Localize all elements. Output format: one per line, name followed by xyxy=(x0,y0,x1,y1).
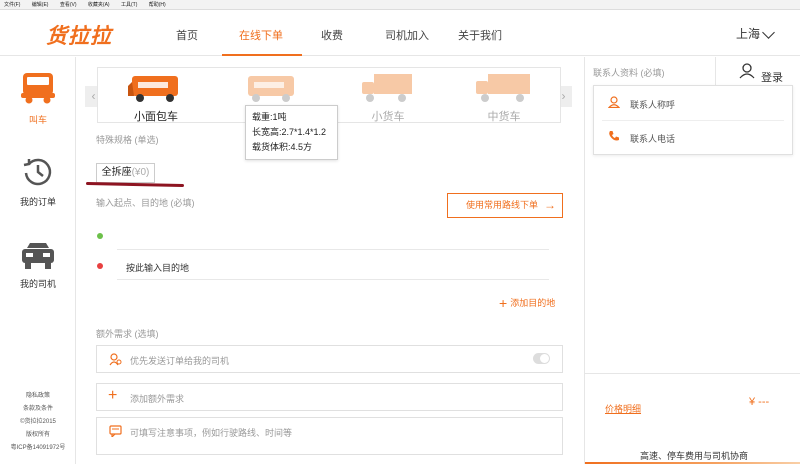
add-destination-button[interactable]: + 添加目的地 xyxy=(499,295,555,311)
special-specs-label: 特殊规格 (单选) xyxy=(96,135,159,145)
copyright-text: ©货拉拉2015 xyxy=(20,419,56,425)
vehicle-option-medium-truck[interactable]: 中货车 xyxy=(446,68,546,124)
origin-input[interactable] xyxy=(117,225,549,247)
contact-name-field[interactable]: 联系人称呼 xyxy=(594,86,792,120)
use-common-route-button[interactable]: 使用常用路线下单 → xyxy=(447,193,563,218)
prefer-my-driver-toggle[interactable] xyxy=(533,353,550,364)
menu-view[interactable]: 查看(V) xyxy=(60,0,77,10)
add-extra-row[interactable]: + 添加额外需求 xyxy=(96,383,563,411)
truck-icon xyxy=(21,73,55,104)
contact-phone-placeholder: 联系人电话 xyxy=(630,134,676,144)
origin-dot-icon xyxy=(97,233,103,239)
notes-placeholder: 可填写注意事项，例如行驶路线、时间等 xyxy=(130,428,293,438)
fee-note: 高速、停车费用与司机协商 xyxy=(640,451,749,461)
person-icon xyxy=(608,96,620,108)
order-main: ‹ › 小面包车 小货车 中货车 载重:1吨 长宽高:2.7*1.4*1.2 载… xyxy=(77,57,584,464)
right-panel: 联系人资料 (必填) 登录 联系人称呼 联系人电话 价格明细 ¥ --- 高速、… xyxy=(584,57,800,464)
vehicle-option-small-truck[interactable]: 小货车 xyxy=(330,68,430,124)
sidebar-item-label: 我的司机 xyxy=(19,279,56,289)
truck-image-icon xyxy=(476,74,530,102)
sidebar-item-label: 我的订单 xyxy=(19,197,56,207)
tooltip-volume: 载货体积:4.5方 xyxy=(252,142,313,152)
privacy-link[interactable]: 隐私政策 xyxy=(0,390,76,403)
vehicle-spec-tooltip: 载重:1吨 长宽高:2.7*1.4*1.2 载货体积:4.5方 xyxy=(245,105,338,160)
add-destination-label: 添加目的地 xyxy=(510,298,556,308)
menu-file[interactable]: 文件(F) xyxy=(4,0,20,10)
route-divider xyxy=(117,249,549,250)
nav-driver-join[interactable]: 司机加入 xyxy=(385,27,429,43)
price-summary: 价格明细 ¥ --- 高速、停车费用与司机协商 xyxy=(585,373,800,464)
spec-option-name: 全拆座 xyxy=(101,167,132,178)
login-link[interactable]: 登录 xyxy=(761,69,783,85)
vehicle-label: 小货车 xyxy=(371,111,405,123)
arrow-right-icon: → xyxy=(544,198,556,212)
route-divider xyxy=(117,279,549,280)
chevron-down-icon[interactable] xyxy=(762,26,775,39)
truck-image-icon xyxy=(128,76,178,102)
user-icon[interactable] xyxy=(739,63,755,79)
vehicle-label: 小面包车 xyxy=(134,111,178,123)
top-nav: 货拉拉 首页 在线下单 收费 司机加入 关于我们 上海 xyxy=(0,10,800,56)
menu-favorites[interactable]: 收藏夹(A) xyxy=(88,0,110,10)
destination-dot-icon xyxy=(97,263,103,269)
menu-edit[interactable]: 编辑(E) xyxy=(32,0,49,10)
price-detail-link[interactable]: 价格明细 xyxy=(605,402,641,415)
nav-active-underline xyxy=(222,54,302,56)
nav-order-online[interactable]: 在线下单 xyxy=(239,27,283,43)
history-icon xyxy=(23,158,52,186)
nav-about[interactable]: 关于我们 xyxy=(458,27,502,43)
vehicle-option-minivan[interactable]: 小面包车 xyxy=(98,68,198,124)
add-extra-label: 添加额外需求 xyxy=(130,394,185,404)
sidebar-footer: 隐私政策 条款及条件 ©货拉拉2015 版权所有 粤ICP备14091972号 xyxy=(0,390,76,455)
menu-tools[interactable]: 工具(T) xyxy=(121,0,137,10)
driver-pin-icon xyxy=(109,353,122,366)
notes-textarea[interactable]: 可填写注意事项，例如行驶路线、时间等 xyxy=(96,417,563,455)
terms-link[interactable]: 条款及条件 xyxy=(0,403,76,416)
truck-image-icon xyxy=(248,76,294,102)
menu-help[interactable]: 帮助(H) xyxy=(149,0,166,10)
extras-label: 额外需求 (选填) xyxy=(96,329,159,339)
browser-menubar: 文件(F) 编辑(E) 查看(V) 收藏夹(A) 工具(T) 帮助(H) xyxy=(0,0,800,10)
phone-icon xyxy=(609,131,619,141)
contact-phone-field[interactable]: 联系人电话 xyxy=(594,120,792,154)
contact-name-placeholder: 联系人称呼 xyxy=(630,100,676,110)
contact-title: 联系人资料 (必填) xyxy=(593,68,665,78)
city-selector[interactable]: 上海 xyxy=(736,25,760,42)
price-value: ¥ --- xyxy=(749,396,770,408)
left-sidebar: 叫车 我的订单 我的司机 隐私政策 条款及条件 ©货拉拉2015 版权所有 粤I… xyxy=(0,57,76,464)
truck-image-icon xyxy=(362,74,412,102)
tooltip-dimensions: 长宽高:2.7*1.4*1.2 xyxy=(252,127,327,137)
tooltip-load: 载重:1吨 xyxy=(252,112,287,122)
note-icon xyxy=(109,425,122,437)
spec-option-price: (¥0) xyxy=(131,167,150,178)
icp-text: 粤ICP备14091972号 xyxy=(10,445,66,451)
nav-pricing[interactable]: 收费 xyxy=(321,27,343,43)
spec-option-remove-seats[interactable]: 全拆座(¥0) xyxy=(96,163,155,183)
site-logo[interactable]: 货拉拉 xyxy=(46,20,112,50)
annotation-underline xyxy=(85,181,185,188)
prefer-my-driver-row[interactable]: 优先发送订单给我的司机 xyxy=(96,345,563,373)
prefer-my-driver-label: 优先发送订单给我的司机 xyxy=(130,356,230,366)
use-common-route-label: 使用常用路线下单 xyxy=(466,200,539,210)
destination-input[interactable]: 按此输入目的地 xyxy=(126,261,189,274)
vehicle-label: 中货车 xyxy=(487,111,521,123)
header-divider xyxy=(715,57,716,85)
plus-icon: + xyxy=(108,387,118,404)
rights-text: 版权所有 xyxy=(25,432,50,438)
sidebar-item-label: 叫车 xyxy=(28,115,47,125)
plus-icon: + xyxy=(499,295,508,311)
nav-home[interactable]: 首页 xyxy=(176,27,198,43)
contact-form: 联系人称呼 联系人电话 xyxy=(593,85,793,155)
car-icon xyxy=(22,243,54,269)
route-label: 输入起点、目的地 (必填) xyxy=(96,198,195,208)
